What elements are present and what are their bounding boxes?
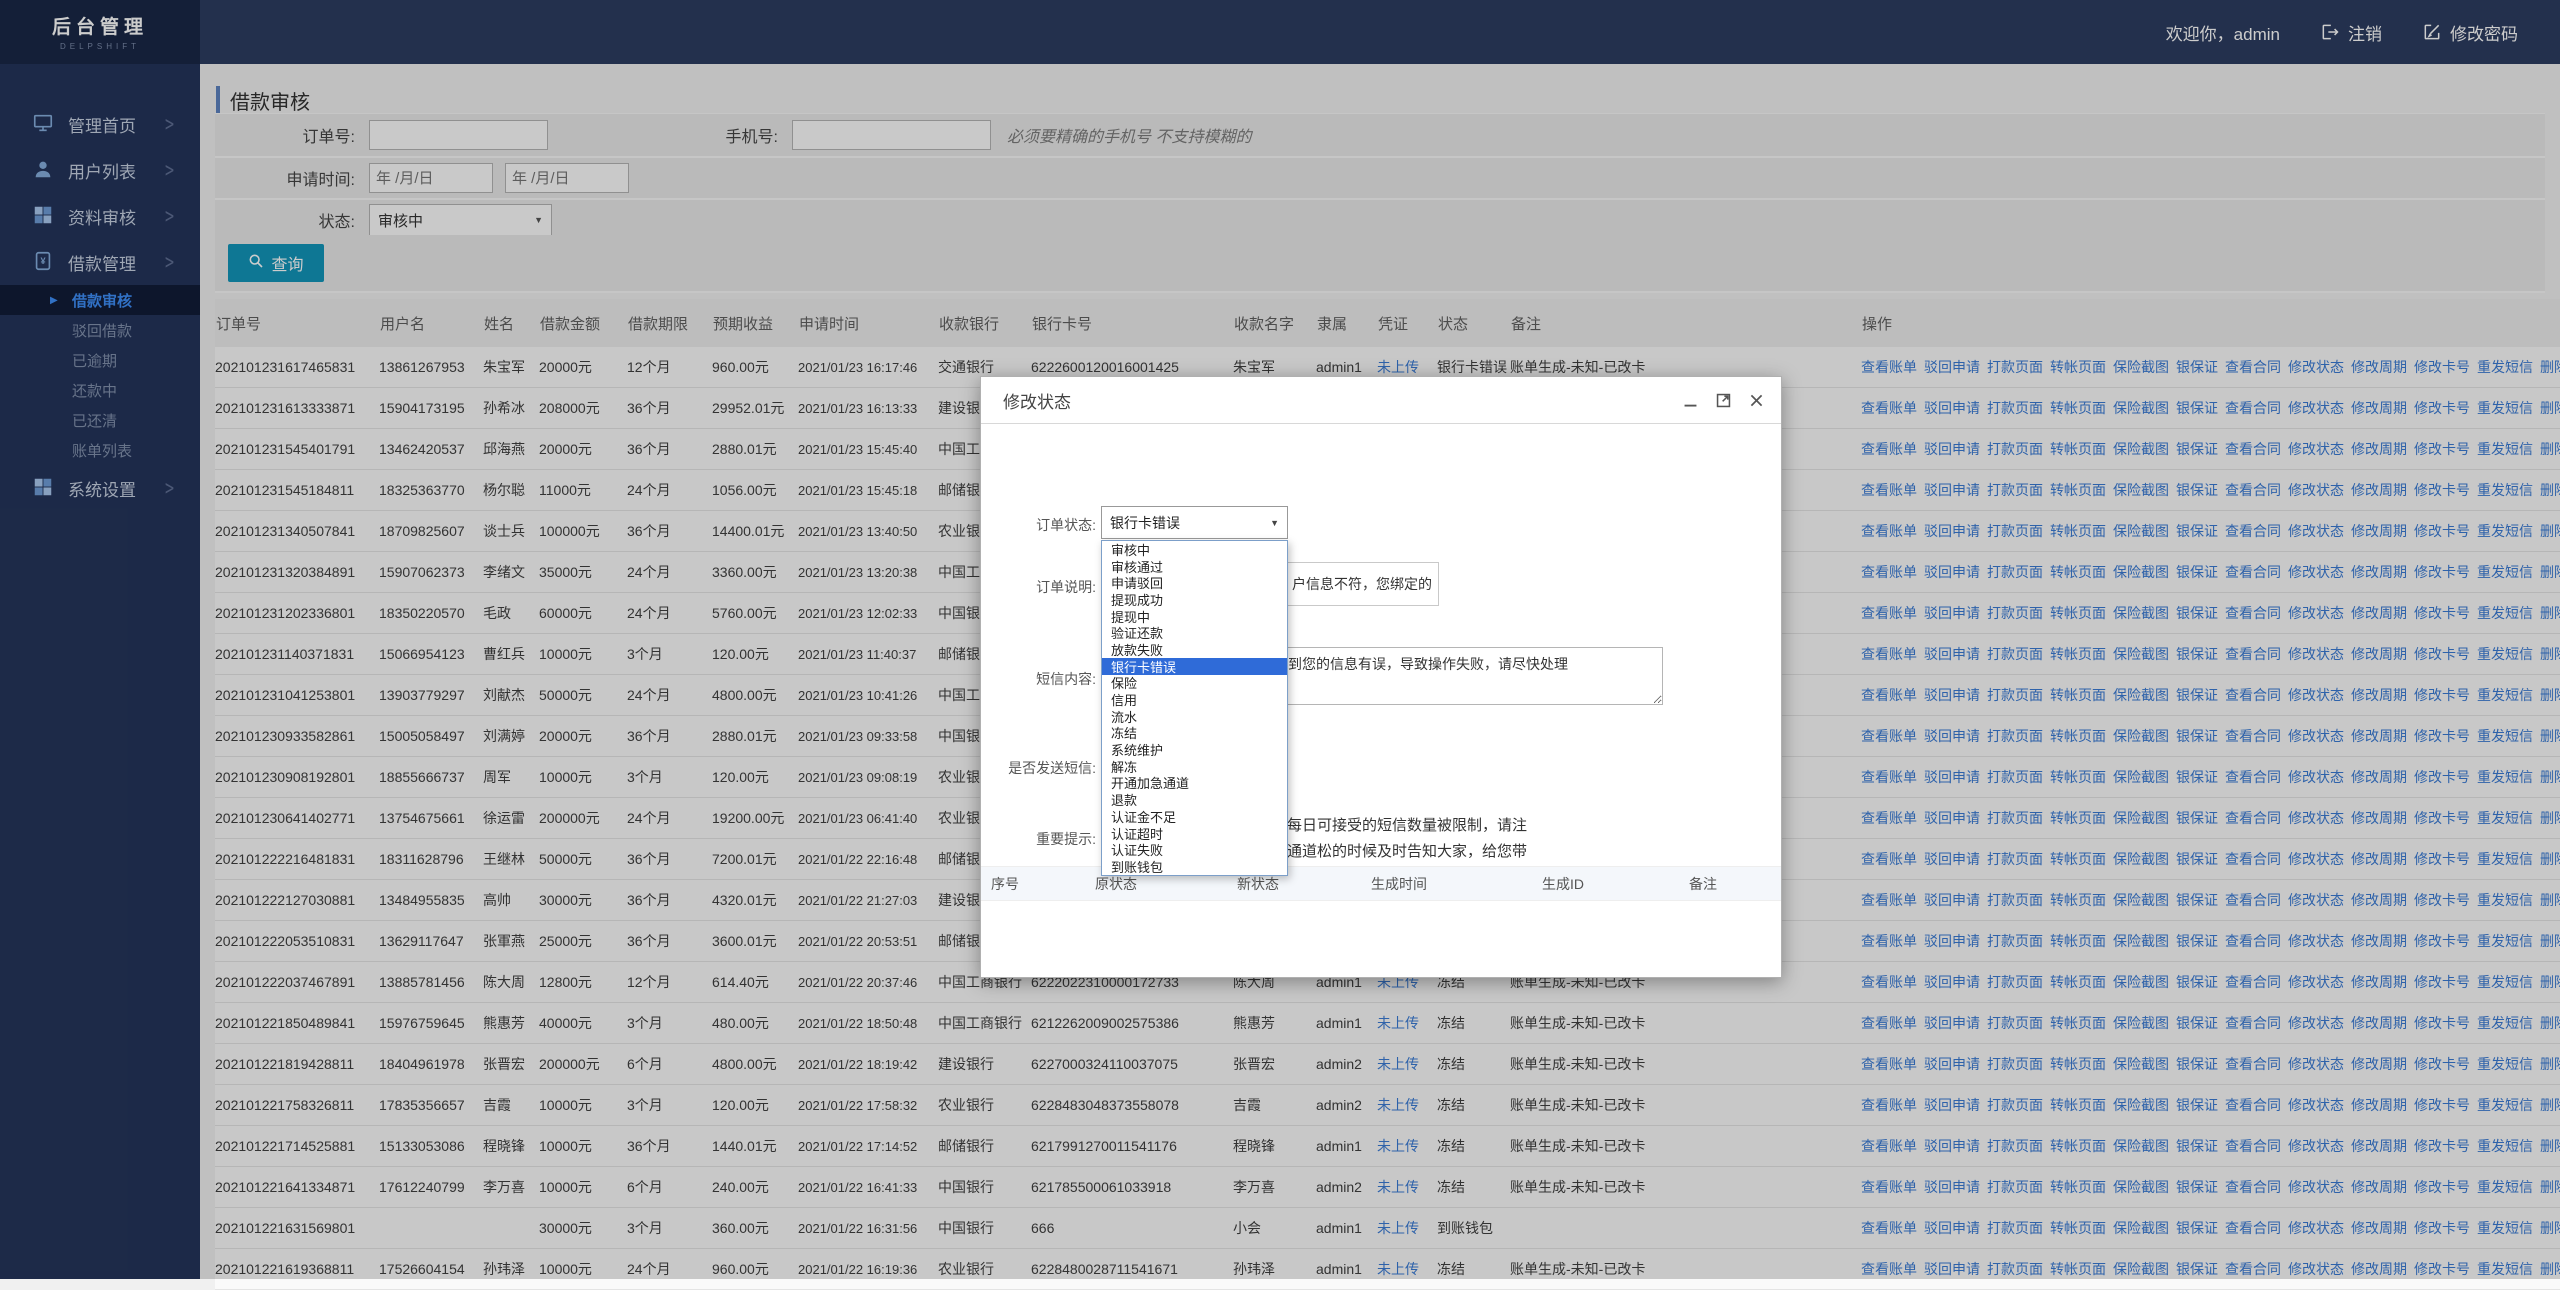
dropdown-option[interactable]: 冻结 [1102,725,1287,742]
dropdown-option[interactable]: 验证还款 [1102,624,1287,641]
order-desc-label: 订单说明: [981,577,1096,597]
dropdown-option[interactable]: 认证超时 [1102,825,1287,842]
minimize-icon[interactable] [1682,392,1699,409]
dropdown-option[interactable]: 开通加急通道 [1102,775,1287,792]
dropdown-option[interactable]: 银行卡错误 [1102,658,1287,675]
dropdown-option[interactable]: 解冻 [1102,758,1287,775]
modal-body: 订单状态: 银行卡错误 ▼ 审核中审核通过申请驳回提现成功提现中验证还款放款失败… [981,424,1781,977]
important-note-label: 重要提示: [981,829,1096,849]
dropdown-option[interactable]: 到账钱包 [1102,858,1287,875]
dropdown-option[interactable]: 流水 [1102,708,1287,725]
dropdown-option[interactable]: 审核通过 [1102,558,1287,575]
order-status-value: 银行卡错误 [1110,513,1180,533]
dropdown-option[interactable]: 申请驳回 [1102,574,1287,591]
dropdown-option[interactable]: 系统维护 [1102,741,1287,758]
important-note-line1: 每日可接受的短信数量被限制，请注 [1287,814,1527,835]
sms-content-label: 短信内容: [981,669,1096,689]
modal-change-status: 修改状态 订单状态: 银行卡错误 ▼ 审核中审核通过申请驳回提现成功提现中验证还… [980,376,1782,978]
history-column-header: 序号 [991,867,1019,900]
history-column-header: 备注 [1689,867,1717,900]
history-column-header: 生成ID [1542,867,1584,900]
dropdown-option[interactable]: 认证金不足 [1102,808,1287,825]
order-status-label: 订单状态: [981,515,1096,535]
dropdown-option[interactable]: 提现成功 [1102,591,1287,608]
dropdown-option[interactable]: 认证失败 [1102,841,1287,858]
modal-titlebar: 修改状态 [981,377,1781,424]
history-column-header: 生成时间 [1371,867,1427,900]
dropdown-option[interactable]: 审核中 [1102,541,1287,558]
restore-icon[interactable] [1715,392,1732,409]
order-status-select[interactable]: 银行卡错误 ▼ [1101,506,1288,539]
close-icon[interactable] [1748,392,1765,409]
dropdown-option[interactable]: 提现中 [1102,608,1287,625]
modal-title: 修改状态 [981,388,1071,413]
dropdown-option[interactable]: 放款失败 [1102,641,1287,658]
dropdown-option[interactable]: 保险 [1102,675,1287,692]
dropdown-option[interactable]: 退款 [1102,791,1287,808]
send-sms-label: 是否发送短信: [981,758,1096,778]
status-dropdown: 审核中审核通过申请驳回提现成功提现中验证还款放款失败银行卡错误保险信用流水冻结系… [1101,540,1288,876]
dropdown-option[interactable]: 信用 [1102,691,1287,708]
important-note-line2: 通道松的时候及时告知大家，给您带 [1287,840,1527,861]
chevron-down-icon: ▼ [1270,518,1279,528]
